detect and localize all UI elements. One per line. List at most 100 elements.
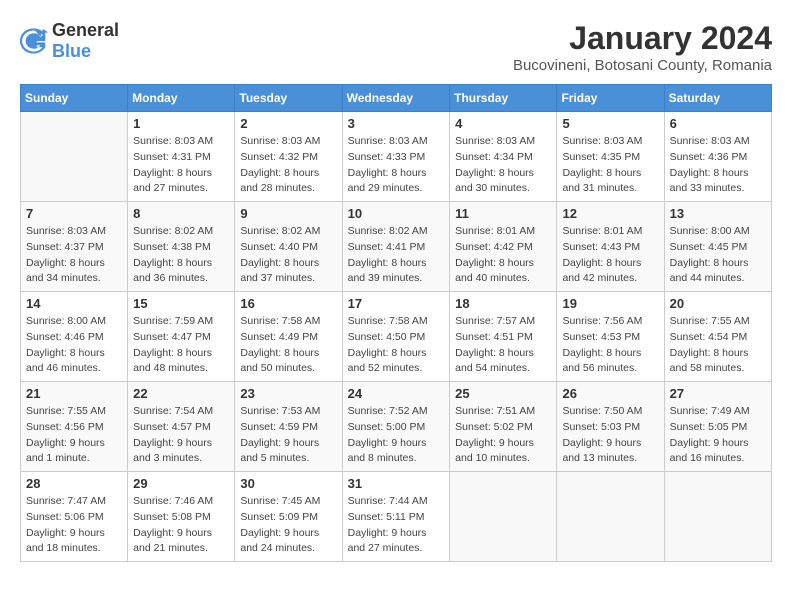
- calendar-cell: 7Sunrise: 8:03 AMSunset: 4:37 PMDaylight…: [21, 202, 128, 292]
- day-detail: Sunrise: 8:03 AMSunset: 4:33 PMDaylight:…: [348, 134, 445, 197]
- day-number: 8: [133, 206, 229, 221]
- calendar-cell: 2 Sunrise: 8:03 AMSunset: 4:32 PMDaylight…: [235, 112, 342, 202]
- day-detail: Sunrise: 8:01 AMSunset: 4:43 PMDaylight:…: [562, 224, 658, 287]
- logo-text: General Blue: [52, 20, 119, 62]
- calendar-cell: 23 Sunrise: 7:53 AMSunset: 4:59 PMDayligh…: [235, 382, 342, 472]
- day-detail: Sunrise: 8:00 AMSunset: 4:45 PMDaylight:…: [670, 224, 766, 287]
- day-number: 13: [670, 206, 766, 221]
- day-number: 2: [240, 116, 336, 131]
- logo-general: General: [52, 20, 119, 40]
- day-number: 10: [348, 206, 445, 221]
- day-detail: Sunrise: 7:47 AMSunset: 5:06 PMDaylight:…: [26, 494, 122, 557]
- calendar-cell: 14Sunrise: 8:00 AMSunset: 4:46 PMDayligh…: [21, 292, 128, 382]
- day-number: 20: [670, 296, 766, 311]
- weekday-header: Monday: [128, 85, 235, 112]
- calendar-cell: 20 Sunrise: 7:55 AMSunset: 4:54 PMDayligh…: [664, 292, 771, 382]
- calendar-cell: 12 Sunrise: 8:01 AMSunset: 4:43 PMDayligh…: [557, 202, 664, 292]
- day-detail: Sunrise: 7:50 AMSunset: 5:03 PMDaylight:…: [562, 404, 658, 467]
- day-detail: Sunrise: 7:58 AMSunset: 4:50 PMDaylight:…: [348, 314, 445, 377]
- calendar-cell: 10 Sunrise: 8:02 AMSunset: 4:41 PMDayligh…: [342, 202, 450, 292]
- day-number: 15: [133, 296, 229, 311]
- day-number: 22: [133, 386, 229, 401]
- day-number: 25: [455, 386, 551, 401]
- day-detail: Sunrise: 8:03 AMSunset: 4:32 PMDaylight:…: [240, 134, 336, 197]
- page-header: General Blue January 2024 Bucovineni, Bo…: [20, 20, 772, 74]
- calendar-cell: 1 Sunrise: 8:03 AMSunset: 4:31 PMDaylight…: [128, 112, 235, 202]
- calendar-week-row: 14Sunrise: 8:00 AMSunset: 4:46 PMDayligh…: [21, 292, 772, 382]
- day-detail: Sunrise: 8:02 AMSunset: 4:40 PMDaylight:…: [240, 224, 336, 287]
- day-number: 7: [26, 206, 122, 221]
- day-number: 3: [348, 116, 445, 131]
- day-detail: Sunrise: 7:53 AMSunset: 4:59 PMDaylight:…: [240, 404, 336, 467]
- day-detail: Sunrise: 7:59 AMSunset: 4:47 PMDaylight:…: [133, 314, 229, 377]
- day-detail: Sunrise: 7:58 AMSunset: 4:49 PMDaylight:…: [240, 314, 336, 377]
- month-title: January 2024: [513, 20, 772, 57]
- logo-blue: Blue: [52, 41, 91, 61]
- day-number: 30: [240, 476, 336, 491]
- day-detail: Sunrise: 8:03 AMSunset: 4:36 PMDaylight:…: [670, 134, 766, 197]
- day-detail: Sunrise: 7:45 AMSunset: 5:09 PMDaylight:…: [240, 494, 336, 557]
- day-detail: Sunrise: 8:02 AMSunset: 4:41 PMDaylight:…: [348, 224, 445, 287]
- day-number: 18: [455, 296, 551, 311]
- calendar-week-row: 28 Sunrise: 7:47 AMSunset: 5:06 PMDayligh…: [21, 472, 772, 562]
- day-number: 24: [348, 386, 445, 401]
- calendar-cell: 19Sunrise: 7:56 AMSunset: 4:53 PMDayligh…: [557, 292, 664, 382]
- calendar-cell: 6Sunrise: 8:03 AMSunset: 4:36 PMDaylight…: [664, 112, 771, 202]
- calendar-cell: 8Sunrise: 8:02 AMSunset: 4:38 PMDaylight…: [128, 202, 235, 292]
- day-number: 17: [348, 296, 445, 311]
- day-number: 21: [26, 386, 122, 401]
- day-detail: Sunrise: 8:00 AMSunset: 4:46 PMDaylight:…: [26, 314, 122, 377]
- weekday-header: Thursday: [450, 85, 557, 112]
- day-detail: Sunrise: 8:01 AMSunset: 4:42 PMDaylight:…: [455, 224, 551, 287]
- day-number: 23: [240, 386, 336, 401]
- day-number: 4: [455, 116, 551, 131]
- logo-icon: [20, 27, 48, 55]
- weekday-header: Sunday: [21, 85, 128, 112]
- calendar-cell: [450, 472, 557, 562]
- calendar-cell: [664, 472, 771, 562]
- day-detail: Sunrise: 7:44 AMSunset: 5:11 PMDaylight:…: [348, 494, 445, 557]
- day-detail: Sunrise: 7:52 AMSunset: 5:00 PMDaylight:…: [348, 404, 445, 467]
- day-number: 29: [133, 476, 229, 491]
- day-number: 19: [562, 296, 658, 311]
- calendar-cell: 26 Sunrise: 7:50 AMSunset: 5:03 PMDayligh…: [557, 382, 664, 472]
- calendar-cell: [21, 112, 128, 202]
- calendar-cell: 31 Sunrise: 7:44 AMSunset: 5:11 PMDayligh…: [342, 472, 450, 562]
- day-detail: Sunrise: 8:03 AMSunset: 4:31 PMDaylight:…: [133, 134, 229, 197]
- day-number: 1: [133, 116, 229, 131]
- calendar-cell: 27 Sunrise: 7:49 AMSunset: 5:05 PMDayligh…: [664, 382, 771, 472]
- location-title: Bucovineni, Botosani County, Romania: [513, 57, 772, 74]
- calendar-cell: 24 Sunrise: 7:52 AMSunset: 5:00 PMDayligh…: [342, 382, 450, 472]
- calendar-cell: 17 Sunrise: 7:58 AMSunset: 4:50 PMDayligh…: [342, 292, 450, 382]
- day-detail: Sunrise: 8:03 AMSunset: 4:35 PMDaylight:…: [562, 134, 658, 197]
- weekday-header: Tuesday: [235, 85, 342, 112]
- calendar-cell: 18Sunrise: 7:57 AMSunset: 4:51 PMDayligh…: [450, 292, 557, 382]
- day-number: 27: [670, 386, 766, 401]
- calendar-cell: 25Sunrise: 7:51 AMSunset: 5:02 PMDayligh…: [450, 382, 557, 472]
- day-detail: Sunrise: 7:54 AMSunset: 4:57 PMDaylight:…: [133, 404, 229, 467]
- day-number: 26: [562, 386, 658, 401]
- day-detail: Sunrise: 8:03 AMSunset: 4:34 PMDaylight:…: [455, 134, 551, 197]
- day-number: 9: [240, 206, 336, 221]
- day-detail: Sunrise: 7:49 AMSunset: 5:05 PMDaylight:…: [670, 404, 766, 467]
- day-number: 12: [562, 206, 658, 221]
- title-block: January 2024 Bucovineni, Botosani County…: [513, 20, 772, 74]
- calendar-cell: 3 Sunrise: 8:03 AMSunset: 4:33 PMDaylight…: [342, 112, 450, 202]
- logo: General Blue: [20, 20, 119, 62]
- weekday-header-row: SundayMondayTuesdayWednesdayThursdayFrid…: [21, 85, 772, 112]
- calendar-week-row: 7Sunrise: 8:03 AMSunset: 4:37 PMDaylight…: [21, 202, 772, 292]
- weekday-header: Saturday: [664, 85, 771, 112]
- weekday-header: Wednesday: [342, 85, 450, 112]
- calendar-cell: 5 Sunrise: 8:03 AMSunset: 4:35 PMDaylight…: [557, 112, 664, 202]
- calendar-cell: 28 Sunrise: 7:47 AMSunset: 5:06 PMDayligh…: [21, 472, 128, 562]
- weekday-header: Friday: [557, 85, 664, 112]
- calendar-cell: 11Sunrise: 8:01 AMSunset: 4:42 PMDayligh…: [450, 202, 557, 292]
- calendar-cell: 9 Sunrise: 8:02 AMSunset: 4:40 PMDaylight…: [235, 202, 342, 292]
- calendar-cell: [557, 472, 664, 562]
- day-number: 31: [348, 476, 445, 491]
- day-detail: Sunrise: 7:55 AMSunset: 4:54 PMDaylight:…: [670, 314, 766, 377]
- calendar-cell: 13 Sunrise: 8:00 AMSunset: 4:45 PMDayligh…: [664, 202, 771, 292]
- day-number: 16: [240, 296, 336, 311]
- day-number: 28: [26, 476, 122, 491]
- day-number: 5: [562, 116, 658, 131]
